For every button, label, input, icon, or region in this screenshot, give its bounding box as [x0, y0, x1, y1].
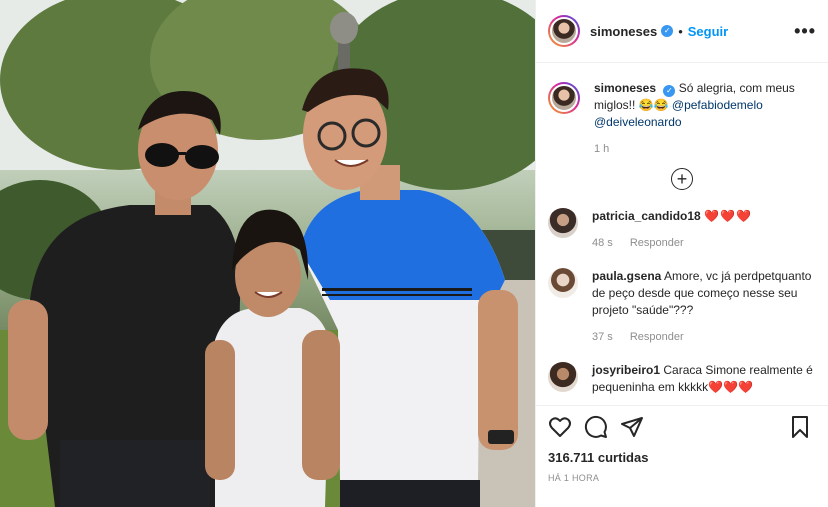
reply-button[interactable]: Responder — [630, 237, 684, 249]
post-header: simoneses ✓ • Seguir ••• — [536, 0, 828, 63]
post-side-panel: simoneses ✓ • Seguir ••• simoneses ✓ Só … — [535, 0, 828, 507]
mention-link[interactable]: @deiveleonardo — [594, 115, 682, 129]
caption-username[interactable]: simoneses — [594, 81, 656, 95]
photo-illustration — [0, 0, 535, 507]
comment-body: paula.gsena Amore, vc já perdpetquanto d… — [592, 268, 816, 346]
plus-circle-icon[interactable]: + — [671, 168, 693, 190]
author-username[interactable]: simoneses — [590, 24, 657, 39]
comment-username[interactable]: paula.gsena — [592, 269, 661, 283]
comments-list[interactable]: simoneses ✓ Só alegria, com meus miglos!… — [536, 64, 828, 404]
verified-icon: ✓ — [663, 85, 676, 97]
follow-button[interactable]: Seguir — [688, 24, 728, 39]
separator-dot: • — [678, 23, 683, 39]
commenter-avatar[interactable] — [548, 362, 578, 392]
comment-meta: 48 s Responder — [592, 235, 752, 252]
reply-button[interactable]: Responder — [630, 331, 684, 343]
comment-icon[interactable] — [584, 415, 608, 439]
caption-body: simoneses ✓ Só alegria, com meus miglos!… — [594, 80, 816, 158]
more-options-icon[interactable]: ••• — [794, 21, 816, 42]
commenter-avatar[interactable] — [548, 208, 578, 238]
comment-time: 48 s — [592, 237, 613, 249]
comment-meta: 37 s Responder — [592, 329, 816, 346]
comment-item: paula.gsena Amore, vc já perdpetquanto d… — [548, 268, 816, 346]
post-caption: simoneses ✓ Só alegria, com meus miglos!… — [548, 80, 816, 158]
comment-time: 37 s — [592, 331, 613, 343]
comment-username[interactable]: josyribeiro1 — [592, 363, 660, 377]
heart-icon[interactable] — [548, 415, 572, 439]
avatar-image — [550, 84, 578, 112]
caption-avatar[interactable] — [548, 82, 580, 114]
comment-username[interactable]: patricia_candido18 — [592, 209, 701, 223]
comment-item: patricia_candido18 ❤️❤️❤️ 48 s Responder — [548, 208, 816, 252]
comment-body: patricia_candido18 ❤️❤️❤️ 48 s Responder — [592, 208, 752, 252]
load-more-comments[interactable]: + — [548, 168, 816, 190]
post-actions: 316.711 curtidas HÁ 1 HORA — [536, 405, 828, 483]
comment-item: josyribeiro1 Caraca Simone realmente é p… — [548, 362, 816, 396]
action-icons — [548, 414, 816, 440]
caption-time: 1 h — [594, 143, 610, 155]
comment-text: ❤️❤️❤️ — [704, 209, 752, 223]
author-avatar[interactable] — [548, 15, 580, 47]
mention-link[interactable]: @pefabiodemelo — [672, 98, 763, 112]
post-photo[interactable] — [0, 0, 535, 507]
verified-icon: ✓ — [661, 25, 674, 37]
comment-body: josyribeiro1 Caraca Simone realmente é p… — [592, 362, 816, 396]
post-timestamp[interactable]: HÁ 1 HORA — [548, 473, 816, 483]
share-icon[interactable] — [620, 415, 644, 439]
avatar-image — [550, 17, 578, 45]
bookmark-icon[interactable] — [788, 415, 812, 439]
commenter-avatar[interactable] — [548, 268, 578, 298]
instagram-post: simoneses ✓ • Seguir ••• simoneses ✓ Só … — [0, 0, 828, 507]
likes-count[interactable]: 316.711 curtidas — [548, 450, 816, 465]
